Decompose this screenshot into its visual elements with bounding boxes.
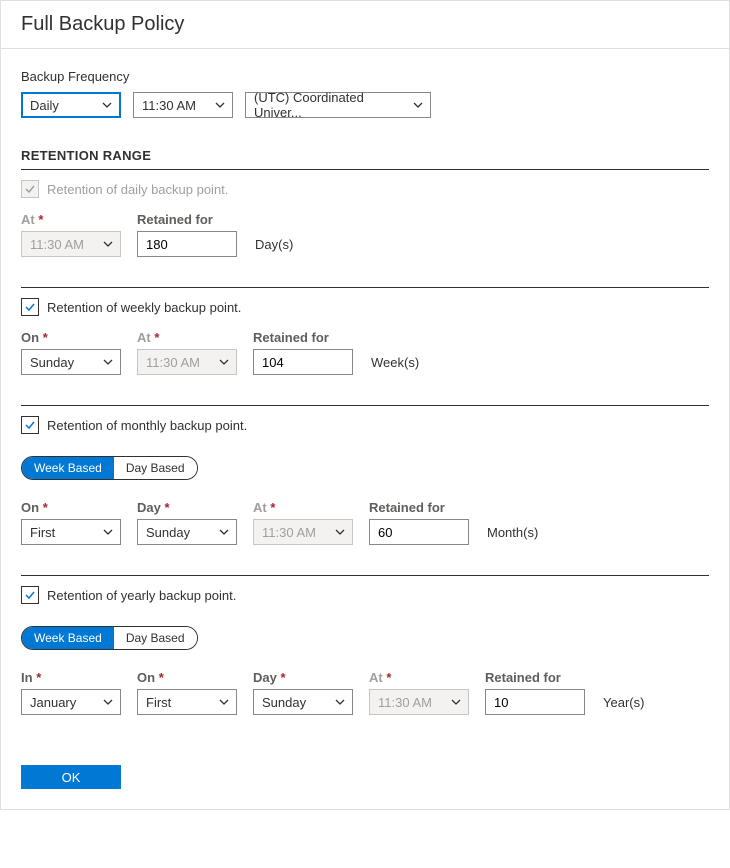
frequency-time-select[interactable]: 11:30 AM — [133, 92, 233, 118]
daily-retained-label: Retained for — [137, 212, 237, 227]
yearly-at-value: 11:30 AM — [378, 695, 432, 710]
page-title: Full Backup Policy — [21, 13, 709, 36]
daily-retention-section: Retention of daily backup point. At * 11… — [21, 170, 709, 257]
chevron-down-icon — [334, 696, 346, 708]
chevron-down-icon — [412, 99, 424, 111]
yearly-retention-section: Retention of yearly backup point. Week B… — [21, 576, 709, 715]
monthly-week-based-pill[interactable]: Week Based — [22, 457, 114, 479]
backup-frequency-label: Backup Frequency — [21, 69, 709, 84]
monthly-day-select[interactable]: Sunday — [137, 519, 237, 545]
monthly-unit: Month(s) — [487, 525, 538, 545]
yearly-day-select[interactable]: Sunday — [253, 689, 353, 715]
daily-at-label: At * — [21, 212, 121, 227]
frequency-mode-value: Daily — [30, 98, 59, 113]
monthly-retained-label: Retained for — [369, 500, 469, 515]
weekly-on-select[interactable]: Sunday — [21, 349, 121, 375]
yearly-retained-input[interactable] — [485, 689, 585, 715]
chevron-down-icon — [218, 526, 230, 538]
monthly-day-value: Sunday — [146, 525, 190, 540]
weekly-retained-input[interactable] — [253, 349, 353, 375]
yearly-in-label: In * — [21, 670, 121, 685]
yearly-retention-label: Retention of yearly backup point. — [47, 588, 236, 603]
daily-retention-checkbox — [21, 180, 39, 198]
monthly-basis-toggle: Week Based Day Based — [21, 456, 198, 480]
panel-header: Full Backup Policy — [1, 1, 729, 49]
monthly-at-select: 11:30 AM — [253, 519, 353, 545]
ok-button[interactable]: OK — [21, 765, 121, 789]
frequency-timezone-select[interactable]: (UTC) Coordinated Univer... — [245, 92, 431, 118]
monthly-retention-checkbox[interactable] — [21, 416, 39, 434]
chevron-down-icon — [218, 356, 230, 368]
weekly-on-value: Sunday — [30, 355, 74, 370]
weekly-retained-label: Retained for — [253, 330, 353, 345]
yearly-retained-label: Retained for — [485, 670, 585, 685]
yearly-at-label: At * — [369, 670, 469, 685]
weekly-on-label: On * — [21, 330, 121, 345]
yearly-week-based-pill[interactable]: Week Based — [22, 627, 114, 649]
chevron-down-icon — [450, 696, 462, 708]
weekly-at-label: At * — [137, 330, 237, 345]
frequency-time-value: 11:30 AM — [142, 98, 196, 113]
weekly-retention-checkbox[interactable] — [21, 298, 39, 316]
retention-range-heading: RETENTION RANGE — [21, 148, 709, 163]
yearly-basis-toggle: Week Based Day Based — [21, 626, 198, 650]
weekly-at-select: 11:30 AM — [137, 349, 237, 375]
daily-retained-input[interactable] — [137, 231, 237, 257]
yearly-unit: Year(s) — [603, 695, 644, 715]
weekly-retention-section: Retention of weekly backup point. On * S… — [21, 288, 709, 375]
frequency-mode-select[interactable]: Daily — [21, 92, 121, 118]
panel-body: Backup Frequency Daily 11:30 AM (UTC) Co… — [1, 49, 729, 745]
weekly-at-value: 11:30 AM — [146, 355, 200, 370]
chevron-down-icon — [102, 526, 114, 538]
monthly-retained-input[interactable] — [369, 519, 469, 545]
yearly-in-value: January — [30, 695, 76, 710]
chevron-down-icon — [102, 238, 114, 250]
yearly-in-select[interactable]: January — [21, 689, 121, 715]
yearly-day-based-pill[interactable]: Day Based — [114, 627, 197, 649]
yearly-retention-checkbox[interactable] — [21, 586, 39, 604]
monthly-retention-label: Retention of monthly backup point. — [47, 418, 247, 433]
daily-unit: Day(s) — [255, 237, 293, 257]
monthly-day-based-pill[interactable]: Day Based — [114, 457, 197, 479]
chevron-down-icon — [334, 526, 346, 538]
yearly-at-select: 11:30 AM — [369, 689, 469, 715]
monthly-at-label: At * — [253, 500, 353, 515]
monthly-on-select[interactable]: First — [21, 519, 121, 545]
monthly-at-value: 11:30 AM — [262, 525, 316, 540]
weekly-unit: Week(s) — [371, 355, 419, 375]
daily-at-select: 11:30 AM — [21, 231, 121, 257]
frequency-timezone-value: (UTC) Coordinated Univer... — [254, 90, 406, 120]
chevron-down-icon — [102, 696, 114, 708]
chevron-down-icon — [102, 356, 114, 368]
yearly-on-select[interactable]: First — [137, 689, 237, 715]
monthly-retention-section: Retention of monthly backup point. Week … — [21, 406, 709, 545]
monthly-day-label: Day * — [137, 500, 237, 515]
daily-at-value: 11:30 AM — [30, 237, 84, 252]
monthly-on-label: On * — [21, 500, 121, 515]
chevron-down-icon — [214, 99, 226, 111]
daily-retention-label: Retention of daily backup point. — [47, 182, 228, 197]
yearly-day-value: Sunday — [262, 695, 306, 710]
yearly-day-label: Day * — [253, 670, 353, 685]
monthly-on-value: First — [30, 525, 55, 540]
weekly-retention-label: Retention of weekly backup point. — [47, 300, 241, 315]
yearly-on-label: On * — [137, 670, 237, 685]
policy-panel: Full Backup Policy Backup Frequency Dail… — [0, 0, 730, 810]
chevron-down-icon — [101, 99, 113, 111]
yearly-on-value: First — [146, 695, 171, 710]
chevron-down-icon — [218, 696, 230, 708]
